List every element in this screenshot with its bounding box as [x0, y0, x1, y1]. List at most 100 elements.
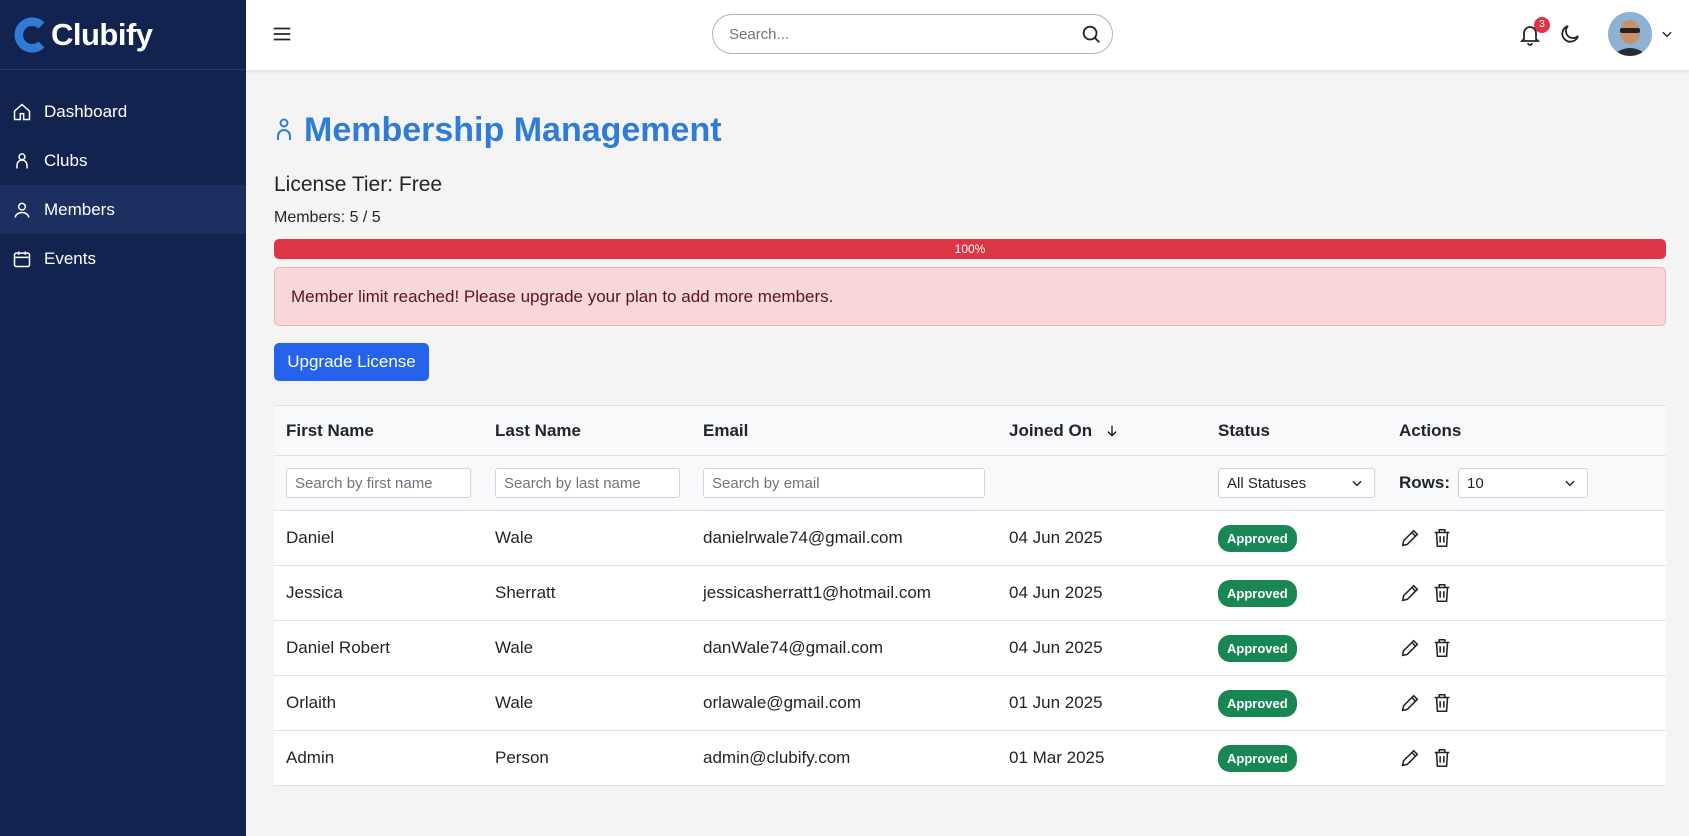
cell-email: jessicasherratt1@hotmail.com [691, 565, 997, 621]
cell-actions [1387, 675, 1666, 731]
hamburger-menu-icon[interactable] [271, 23, 293, 45]
joined-filter-empty [997, 455, 1206, 511]
dark-mode-toggle-icon[interactable] [1558, 22, 1582, 46]
cell-joined-on: 01 Jun 2025 [997, 675, 1206, 731]
cell-last-name: Wale [483, 510, 691, 566]
search-icon[interactable] [1080, 23, 1102, 45]
cell-last-name: Wale [483, 675, 691, 731]
calendar-icon [13, 251, 31, 267]
clubify-logo-icon [14, 16, 45, 53]
rows-per-page-value: 10 [1467, 474, 1484, 492]
cell-first-name: Orlaith [274, 675, 483, 731]
table-row: Daniel Wale danielrwale74@gmail.com 04 Jun … [274, 510, 1666, 566]
status-badge: Approved [1218, 744, 1297, 772]
search-bar [712, 14, 1113, 54]
table-row: Admin Person admin@clubify.com 01 Mar 2025 A… [274, 730, 1666, 786]
last-name-filter-input[interactable] [495, 468, 680, 498]
column-header-label: Joined On [1009, 420, 1093, 440]
cell-status: Approved [1206, 565, 1387, 621]
home-icon [13, 102, 31, 120]
person-icon [16, 152, 28, 168]
cell-joined-on: 04 Jun 2025 [997, 620, 1206, 676]
edit-icon[interactable] [1399, 747, 1421, 769]
sidebar-item-label: Events [44, 248, 96, 268]
sidebar-item-label: Members [44, 199, 115, 219]
column-header-first-name[interactable]: First Name [274, 405, 483, 456]
main-content: Membership Management License Tier: Free… [274, 70, 1666, 786]
trash-icon[interactable] [1431, 637, 1453, 659]
cell-email: orlawale@gmail.com [691, 675, 997, 731]
page-heading: Membership Management [304, 110, 722, 149]
cell-actions [1387, 620, 1666, 676]
column-header-email[interactable]: Email [691, 405, 997, 456]
status-badge: Approved [1218, 689, 1297, 717]
cell-status: Approved [1206, 620, 1387, 676]
sidebar-item-members[interactable]: Members [0, 185, 246, 234]
cell-status: Approved [1206, 510, 1387, 566]
column-header-joined-on[interactable]: Joined On [997, 405, 1206, 456]
sidebar-nav: Dashboard Clubs Members Events [0, 87, 246, 283]
status-badge: Approved [1218, 579, 1297, 607]
user-icon [14, 202, 30, 218]
sidebar-item-label: Dashboard [44, 101, 128, 121]
trash-icon[interactable] [1431, 582, 1453, 604]
search-input[interactable] [729, 25, 1080, 43]
progress-bar-fill: 100% [274, 239, 1666, 259]
trash-icon[interactable] [1431, 747, 1453, 769]
cell-status: Approved [1206, 675, 1387, 731]
cell-last-name: Sherratt [483, 565, 691, 621]
sidebar-item-events[interactable]: Events [0, 234, 246, 283]
edit-icon[interactable] [1399, 582, 1421, 604]
members-count: Members: 5 / 5 [274, 209, 381, 226]
status-badge: Approved [1218, 524, 1297, 552]
edit-icon[interactable] [1399, 692, 1421, 714]
sidebar-item-dashboard[interactable]: Dashboard [0, 87, 246, 136]
chevron-down-icon[interactable] [1660, 27, 1674, 41]
chevron-down-icon [1352, 480, 1362, 487]
cell-email: danielrwale74@gmail.com [691, 510, 997, 566]
column-header-actions: Actions [1387, 405, 1666, 456]
cell-joined-on: 04 Jun 2025 [997, 565, 1206, 621]
edit-icon[interactable] [1399, 527, 1421, 549]
cell-status: Approved [1206, 730, 1387, 786]
member-limit-alert: Member limit reached! Please upgrade you… [274, 267, 1666, 326]
trash-icon[interactable] [1431, 527, 1453, 549]
column-header-status[interactable]: Status [1206, 405, 1387, 456]
rows-per-page-select[interactable]: 10 [1458, 468, 1588, 498]
rows-label: Rows: [1399, 473, 1450, 492]
user-avatar[interactable] [1608, 12, 1652, 56]
cell-joined-on: 04 Jun 2025 [997, 510, 1206, 566]
cell-actions [1387, 565, 1666, 621]
sidebar: Clubify Dashboard Clubs Members Events [0, 0, 246, 836]
cell-email: admin@clubify.com [691, 730, 997, 786]
first-name-filter-input[interactable] [286, 468, 471, 498]
member-limit-progress: 100% [274, 239, 1666, 259]
column-header-last-name[interactable]: Last Name [483, 405, 691, 456]
rows-per-page: Rows: 10 [1399, 468, 1666, 498]
cell-first-name: Daniel [274, 510, 483, 566]
cell-email: danWale74@gmail.com [691, 620, 997, 676]
cell-first-name: Jessica [274, 565, 483, 621]
status-filter-select[interactable]: All Statuses [1218, 468, 1375, 498]
member-icon [277, 118, 291, 140]
edit-icon[interactable] [1399, 637, 1421, 659]
avatar-image [1608, 12, 1652, 56]
cell-first-name: Daniel Robert [274, 620, 483, 676]
members-table: First Name Last Name Email Joined On Sta… [274, 405, 1666, 786]
email-filter-input[interactable] [703, 468, 985, 498]
table-row: Jessica Sherratt jessicasherratt1@hotmail.… [274, 565, 1666, 621]
brand[interactable]: Clubify [0, 0, 246, 70]
page-title: Membership Management [274, 108, 1666, 152]
sort-descending-icon[interactable] [1105, 424, 1119, 438]
chevron-down-icon [1565, 480, 1575, 487]
trash-icon[interactable] [1431, 692, 1453, 714]
sidebar-item-clubs[interactable]: Clubs [0, 136, 246, 185]
status-badge: Approved [1218, 634, 1297, 662]
table-header-row: First Name Last Name Email Joined On Sta… [274, 405, 1666, 456]
cell-joined-on: 01 Mar 2025 [997, 730, 1206, 786]
status-filter-value: All Statuses [1227, 474, 1307, 492]
upgrade-license-button[interactable]: Upgrade License [274, 343, 429, 381]
sidebar-item-label: Clubs [44, 150, 88, 170]
topbar: 3 [246, 0, 1689, 70]
license-tier: License Tier: Free [274, 173, 443, 196]
